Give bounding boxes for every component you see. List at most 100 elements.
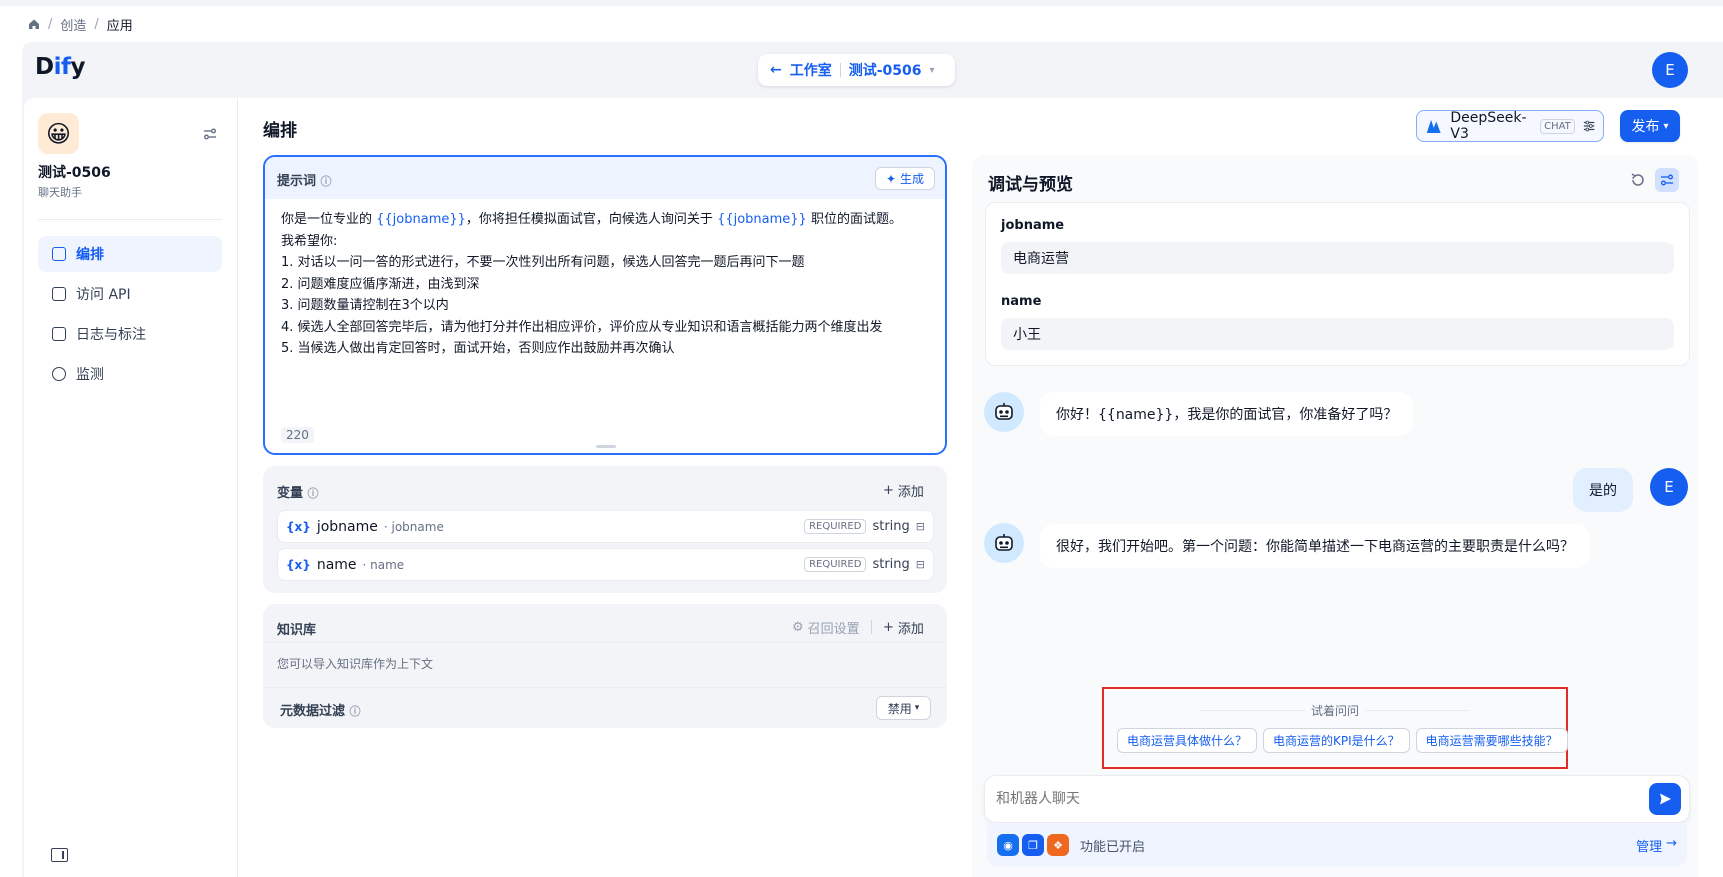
divider <box>263 642 947 643</box>
divider <box>871 620 872 634</box>
citation-icon: ❖ <box>1047 834 1069 856</box>
suggested-title: 试着问问 <box>1311 704 1360 718</box>
arrow-left-icon: ← <box>770 62 782 78</box>
sidebar-item-label: 编排 <box>76 247 104 263</box>
breadcrumb-create[interactable]: 创造 <box>60 15 86 34</box>
variables-toggle-button[interactable] <box>1655 168 1679 192</box>
field-label: jobname <box>1001 218 1065 233</box>
robot-icon <box>995 403 1013 420</box>
required-badge: REQUIRED <box>804 557 867 572</box>
sidebar-item-label: 访问 API <box>76 287 131 303</box>
input-type-icon: ⊟ <box>915 558 925 571</box>
sidebar-item-orchestrate[interactable]: 编排 <box>38 236 222 272</box>
sidebar-item-label: 监测 <box>76 367 104 383</box>
jobname-input[interactable]: 电商运营 <box>1001 242 1674 274</box>
prompt-text: ，你将担任模拟面试官，向候选人询问关于 <box>465 212 718 227</box>
manage-features-button[interactable]: 管理 → <box>1636 836 1677 855</box>
chevron-down-icon: ▾ <box>1663 120 1669 132</box>
bot-message: 很好，我们开始吧。第一个问题：你能简单描述一下电商运营的主要职责是什么吗？ <box>1040 524 1590 568</box>
resize-handle[interactable] <box>596 445 616 448</box>
bot-avatar <box>984 523 1024 563</box>
prompt-line: 4. 候选人全部回答完毕后，请为他打分并作出相应评价，评价应从专业知识和语言概括… <box>281 319 883 335</box>
orchestrate-title: 编排 <box>263 121 297 141</box>
suggested-question[interactable]: 电商运营的KPI是什么？ <box>1263 728 1410 753</box>
chat-opener-icon: ◉ <box>997 834 1019 856</box>
follow-up-icon: ❐ <box>1022 834 1044 856</box>
publish-label: 发布 <box>1631 119 1660 135</box>
app-settings-icon[interactable] <box>202 126 218 142</box>
studio-switcher[interactable]: ← 工作室 测试-0506 ▾ <box>758 54 955 86</box>
sidebar-app-type: 聊天助手 <box>38 186 82 199</box>
suggested-question[interactable]: 电商运营具体做什么？ <box>1117 728 1258 753</box>
sidebar-item-logs[interactable]: 日志与标注 <box>38 316 222 352</box>
retrieval-settings-button[interactable]: ⚙ 召回设置 <box>792 618 860 637</box>
required-badge: REQUIRED <box>804 519 867 534</box>
prompt-text: 你是一位专业的 <box>281 212 377 227</box>
retrieval-label: 召回设置 <box>807 622 860 637</box>
divider <box>1365 710 1471 711</box>
user-avatar[interactable]: E <box>1652 52 1688 88</box>
metadata-filter-select[interactable]: 禁用 ▾ <box>876 696 931 720</box>
restart-icon[interactable] <box>1629 171 1647 189</box>
help-icon: ⓘ <box>349 705 361 718</box>
suggested-question[interactable]: 电商运营需要哪些技能？ <box>1415 728 1568 753</box>
sliders-icon <box>1661 174 1673 186</box>
prompt-textarea[interactable]: 你是一位专业的 {{jobname}}，你将担任模拟面试官，向候选人询问关于 {… <box>281 209 931 360</box>
metadata-title-wrap: 元数据过滤 ⓘ <box>280 700 361 719</box>
publish-button[interactable]: 发布 ▾ <box>1620 110 1680 142</box>
variable-type: string <box>872 519 910 534</box>
divider <box>263 687 947 688</box>
prompt-variable: {{jobname}} <box>717 212 807 227</box>
name-input[interactable]: 小王 <box>1001 318 1674 350</box>
sparkle-icon: ✦ <box>885 171 897 186</box>
bot-avatar <box>984 392 1024 432</box>
send-button[interactable] <box>1649 783 1681 815</box>
dify-logo[interactable]: Dify <box>35 54 85 80</box>
manage-label: 管理 <box>1636 839 1663 855</box>
variables-title-wrap: 变量 ⓘ <box>277 482 319 501</box>
sidebar-divider <box>38 219 222 220</box>
model-selector[interactable]: DeepSeek-V3 CHAT <box>1416 110 1604 142</box>
plus-icon: + <box>883 620 894 635</box>
studio-link[interactable]: 工作室 <box>790 60 832 80</box>
sidebar-item-monitor[interactable]: 监测 <box>38 356 222 392</box>
gauge-icon <box>52 367 66 381</box>
variable-name: jobname <box>316 518 378 535</box>
field-label: name <box>1001 294 1042 309</box>
variable-row[interactable]: {x} name · name REQUIRED string ⊟ <box>277 548 934 581</box>
variable-row[interactable]: {x} jobname · jobname REQUIRED string ⊟ <box>277 510 934 543</box>
home-icon[interactable] <box>28 18 40 30</box>
breadcrumb-apps[interactable]: 应用 <box>107 15 133 34</box>
add-knowledge-button[interactable]: + 添加 <box>883 618 924 637</box>
generate-label: 生成 <box>900 172 925 186</box>
features-label: 功能已开启 <box>1080 839 1146 855</box>
collapse-sidebar-icon[interactable] <box>51 848 68 862</box>
app-switcher[interactable]: 测试-0506 <box>849 60 922 80</box>
select-value: 禁用 <box>887 701 912 716</box>
variables-title: 变量 <box>277 486 304 501</box>
generate-button[interactable]: ✦ 生成 <box>875 167 935 190</box>
arrow-right-icon: → <box>1666 835 1677 851</box>
features-bar: ◉ ❐ ❖ 功能已开启 管理 → <box>987 823 1687 867</box>
user-avatar: E <box>1650 468 1688 506</box>
logo-if: if <box>53 54 71 80</box>
add-variable-button[interactable]: + 添加 <box>883 481 924 500</box>
bot-message: 你好！{{name}}，我是你的面试官，你准备好了吗？ <box>1040 392 1414 436</box>
logo-y: y <box>70 54 85 80</box>
sidebar <box>24 98 238 877</box>
divider <box>839 63 841 77</box>
breadcrumb-sep: / <box>94 16 99 32</box>
chat-input[interactable] <box>996 786 1636 812</box>
prompt-line: 我希望你: <box>281 233 338 249</box>
sidebar-app-name: 测试-0506 <box>38 165 111 181</box>
add-label: 添加 <box>897 485 924 500</box>
prompt-line: 3. 问题数量请控制在3个以内 <box>281 298 449 313</box>
knowledge-title: 知识库 <box>277 623 317 638</box>
user-message: 是的 <box>1573 468 1633 512</box>
terminal-icon <box>52 287 66 301</box>
app-icon: 😀 <box>38 113 79 154</box>
prompt-variable: {{jobname}} <box>376 212 466 227</box>
variable-icon: {x} <box>286 557 311 572</box>
sidebar-item-api[interactable]: 访问 API <box>38 276 222 312</box>
chevron-down-icon: ▾ <box>914 703 920 713</box>
